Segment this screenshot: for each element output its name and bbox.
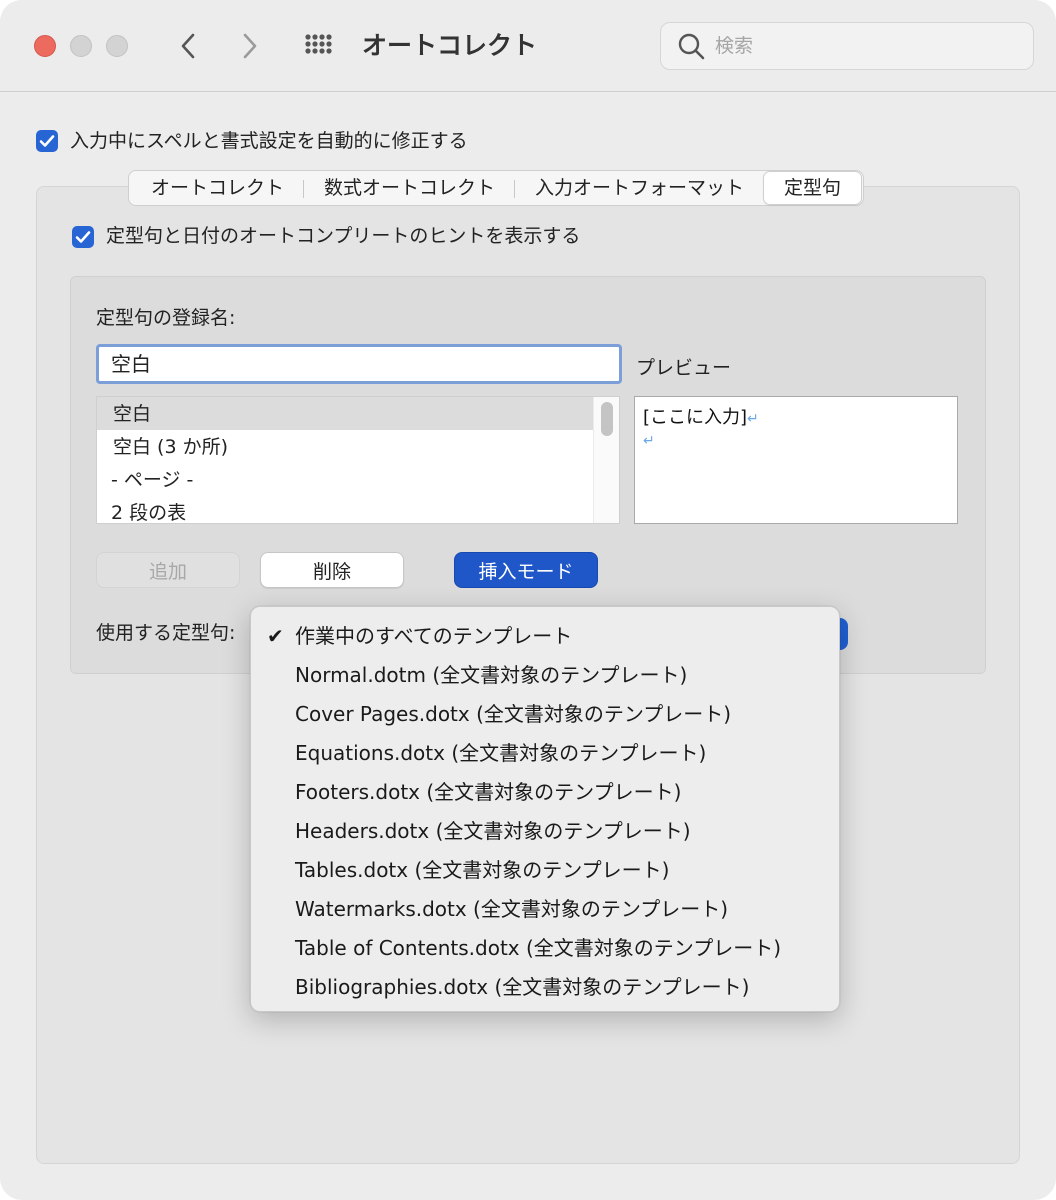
menu-item-label: Watermarks.dotx (全文書対象のテンプレート) — [295, 897, 729, 921]
grid-icon — [305, 34, 332, 54]
menu-item-normal-dotm[interactable]: Normal.dotm (全文書対象のテンプレート) — [251, 656, 839, 695]
tab-autoformat-as-you-type[interactable]: 入力オートフォーマット — [515, 172, 764, 204]
preferences-window: オートコレクト 入力中にスペルと書式設定を自動的に修正する オートコレクト 数式… — [0, 0, 1056, 1200]
close-button[interactable] — [34, 35, 56, 57]
template-select-label: 使用する定型句: — [96, 622, 236, 644]
back-button[interactable] — [170, 26, 206, 66]
preview-text: [ここに入力] — [643, 407, 748, 428]
search-input[interactable] — [715, 31, 1015, 61]
search-field[interactable] — [660, 22, 1034, 70]
window-title: オートコレクト — [362, 31, 538, 60]
scrollbar-thumb[interactable] — [601, 402, 613, 436]
preview-label: プレビュー — [636, 357, 732, 379]
return-mark-icon: ↵ — [643, 433, 655, 449]
template-dropdown-menu: ✔ 作業中のすべてのテンプレート Normal.dotm (全文書対象のテンプレ… — [250, 606, 840, 1012]
show-all-button[interactable] — [302, 30, 336, 64]
list-scrollbar[interactable] — [593, 397, 619, 523]
menu-item-equations[interactable]: Equations.dotx (全文書対象のテンプレート) — [251, 734, 839, 773]
autocorrect-checkbox-label: 入力中にスペルと書式設定を自動的に修正する — [70, 130, 468, 152]
tab-autotext[interactable]: 定型句 — [764, 172, 862, 204]
autocomplete-hint-label: 定型句と日付のオートコンプリートのヒントを表示する — [106, 225, 581, 247]
list-item[interactable]: 2 段の表 — [97, 496, 619, 523]
chevron-right-icon — [243, 33, 257, 59]
list-item[interactable]: 空白 (3 か所) — [97, 430, 619, 463]
menu-item-label: Normal.dotm (全文書対象のテンプレート) — [295, 663, 688, 687]
menu-item-tables[interactable]: Tables.dotx (全文書対象のテンプレート) — [251, 851, 839, 890]
list-item[interactable]: 空白 — [97, 397, 619, 430]
tab-autocorrect[interactable]: オートコレクト — [131, 172, 305, 204]
magnifier-icon — [678, 33, 705, 60]
return-mark-icon: ↵ — [747, 411, 759, 427]
entry-name-field[interactable]: 空白 — [96, 344, 622, 384]
checkmark-icon — [39, 135, 55, 147]
menu-item-footers[interactable]: Footers.dotx (全文書対象のテンプレート) — [251, 773, 839, 812]
menu-item-label: Cover Pages.dotx (全文書対象のテンプレート) — [295, 702, 732, 726]
preview-box: [ここに入力]↵ ↵ — [634, 396, 958, 524]
tab-bar: オートコレクト 数式オートコレクト 入力オートフォーマット 定型句 — [128, 170, 865, 206]
menu-item-label: 作業中のすべてのテンプレート — [295, 624, 573, 648]
menu-item-label: Table of Contents.dotx (全文書対象のテンプレート) — [295, 936, 782, 960]
minimize-button[interactable] — [70, 35, 92, 57]
forward-button[interactable] — [232, 26, 268, 66]
chevron-left-icon — [181, 33, 195, 59]
menu-item-watermarks[interactable]: Watermarks.dotx (全文書対象のテンプレート) — [251, 890, 839, 929]
checkmark-icon: ✔ — [267, 624, 284, 648]
autocomplete-hint-checkbox[interactable] — [72, 226, 94, 248]
menu-item-bibliographies[interactable]: Bibliographies.dotx (全文書対象のテンプレート) — [251, 968, 839, 1007]
list-item[interactable]: - ページ - — [97, 463, 619, 496]
zoom-button[interactable] — [106, 35, 128, 57]
delete-button[interactable]: 削除 — [260, 552, 404, 588]
menu-item-label: Equations.dotx (全文書対象のテンプレート) — [295, 741, 707, 765]
autocorrect-checkbox[interactable] — [36, 130, 58, 152]
menu-item-label: Headers.dotx (全文書対象のテンプレート) — [295, 819, 691, 843]
insert-mode-button[interactable]: 挿入モード — [454, 552, 598, 588]
menu-item-all-templates[interactable]: ✔ 作業中のすべてのテンプレート — [251, 617, 839, 656]
menu-item-table-of-contents[interactable]: Table of Contents.dotx (全文書対象のテンプレート) — [251, 929, 839, 968]
autotext-entry-list[interactable]: 空白 空白 (3 か所) - ページ - 2 段の表 — [96, 396, 620, 524]
menu-item-headers[interactable]: Headers.dotx (全文書対象のテンプレート) — [251, 812, 839, 851]
menu-item-label: Footers.dotx (全文書対象のテンプレート) — [295, 780, 682, 804]
tab-math-autocorrect[interactable]: 数式オートコレクト — [304, 172, 516, 204]
menu-item-cover-pages[interactable]: Cover Pages.dotx (全文書対象のテンプレート) — [251, 695, 839, 734]
menu-item-label: Tables.dotx (全文書対象のテンプレート) — [295, 858, 670, 882]
add-button[interactable]: 追加 — [96, 552, 240, 588]
checkmark-icon — [75, 231, 91, 243]
entry-name-label: 定型句の登録名: — [96, 307, 236, 329]
menu-item-label: Bibliographies.dotx (全文書対象のテンプレート) — [295, 975, 750, 999]
title-bar: オートコレクト — [0, 0, 1056, 92]
